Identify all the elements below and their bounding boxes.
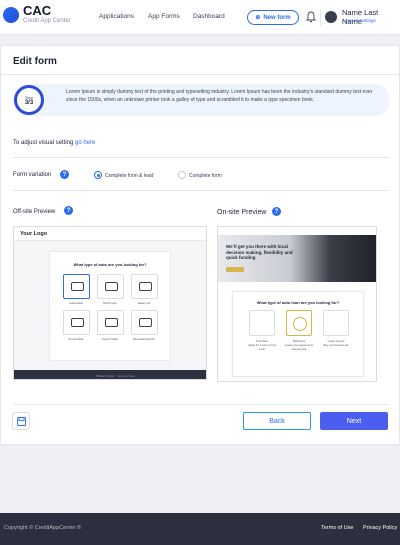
preview-question: What type of auto loan are you looking f… xyxy=(256,300,340,305)
avatar[interactable] xyxy=(325,11,337,23)
help-icon[interactable]: ? xyxy=(272,207,281,216)
tile-subcaption: Lower your payment or interest rate xyxy=(284,343,314,351)
radio-label-complete-form-lead[interactable]: Complete form & lead xyxy=(105,173,153,179)
step-progress-ring: Step 3/3 xyxy=(14,85,44,115)
tile-purchase xyxy=(249,310,275,336)
tile-refinance xyxy=(286,310,312,336)
nav-applications[interactable]: Applications xyxy=(99,13,134,20)
page-footer: Copyright © CreditAppCenter ® Terms of U… xyxy=(0,513,400,545)
preview-topbar: Your Logo xyxy=(14,227,206,241)
form-variation-label: Form variation xyxy=(13,172,52,178)
new-form-button[interactable]: ⊕ New form xyxy=(247,10,299,25)
account-settings-link[interactable]: Account Settings xyxy=(342,18,376,23)
floppy-disk-icon xyxy=(16,416,26,426)
adjust-visual-setting: To adjust visual setting go here xyxy=(13,140,95,146)
preview-hero-text: We`ll get you there with local decision … xyxy=(226,244,293,260)
tile-automobile xyxy=(63,274,90,299)
snowmobile-icon xyxy=(71,318,84,327)
tile-subcaption: Apply for a loan to buy a car xyxy=(248,343,276,351)
tile-heavy-lift xyxy=(131,274,158,299)
offsite-preview[interactable]: Your Logo What type of auto are you look… xyxy=(13,226,207,380)
brand-logo-icon[interactable] xyxy=(3,7,19,23)
next-button[interactable]: Next xyxy=(320,412,388,430)
onsite-preview[interactable]: We`ll get you there with local decision … xyxy=(217,226,377,382)
radio-complete-form-lead[interactable] xyxy=(94,171,102,179)
brand-title[interactable]: CAC xyxy=(23,4,51,18)
edit-form-card: Edit form Step 3/3 Lorem Ipsum is simply… xyxy=(0,45,400,445)
header-divider xyxy=(320,9,321,26)
brand-subtitle: Credit App Center xyxy=(23,18,71,24)
back-button[interactable]: Back xyxy=(243,412,311,430)
tile-recreational xyxy=(131,310,158,335)
motorcycle-icon xyxy=(105,282,118,291)
onsite-preview-label: On-site Preview xyxy=(217,209,267,216)
preview-footer-link: Privacy Policy xyxy=(96,374,115,378)
tile-motorcycle xyxy=(97,274,124,299)
preview-nav xyxy=(218,227,376,235)
step-value: 3/3 xyxy=(24,99,34,106)
preview-form: What type of auto are you looking for? A… xyxy=(49,251,171,361)
tile-travel-trailer xyxy=(97,310,124,335)
section-divider-2 xyxy=(13,190,389,191)
privacy-link[interactable]: Privacy Policy xyxy=(363,525,397,531)
actions-divider xyxy=(13,404,389,405)
car-icon xyxy=(71,282,84,291)
tile-subcaption: Buy your leased car xyxy=(323,343,349,347)
tile-caption: Heavy Lift xyxy=(137,301,151,305)
help-icon[interactable]: ? xyxy=(64,206,73,215)
preview-question: What type of auto are you looking for? xyxy=(73,262,147,267)
tile-caption: Recreational/ATV xyxy=(133,337,155,341)
top-header: CAC Credit App Center Applications App F… xyxy=(0,0,400,35)
preview-footer: Privacy Policy Terms of Use xyxy=(14,370,206,379)
dollar-icon xyxy=(293,317,307,331)
terms-link[interactable]: Terms of Use xyxy=(321,525,353,531)
radio-complete-form[interactable] xyxy=(178,171,186,179)
preview-hero-button xyxy=(226,267,244,272)
adjust-text: To adjust visual setting xyxy=(13,140,74,146)
offsite-preview-label: Off-site Preview xyxy=(13,209,56,215)
bell-icon[interactable] xyxy=(306,11,316,23)
nav-app-forms[interactable]: App Forms xyxy=(148,13,180,20)
preview-form: What type of auto loan are you looking f… xyxy=(232,291,364,377)
plus-icon: ⊕ xyxy=(255,15,261,21)
atv-icon xyxy=(139,318,152,327)
preview-logo: Your Logo xyxy=(20,231,48,237)
user-name[interactable]: Name Last Name xyxy=(342,8,400,26)
title-divider xyxy=(1,74,400,75)
help-icon[interactable]: ? xyxy=(60,170,69,179)
info-text: Lorem Ipsum is simply dummy text of the … xyxy=(66,89,373,103)
radio-label-complete-form[interactable]: Complete form xyxy=(189,173,222,179)
tile-snowmobile xyxy=(63,310,90,335)
save-button[interactable] xyxy=(12,412,30,430)
section-divider xyxy=(13,157,389,158)
go-here-link[interactable]: go here xyxy=(75,140,95,146)
page-title: Edit form xyxy=(13,56,57,67)
preview-footer-link: Terms of Use xyxy=(117,374,135,378)
truck-icon xyxy=(139,282,152,291)
copyright-text: Copyright © CreditAppCenter ® xyxy=(4,525,82,531)
tile-lease-buyout xyxy=(323,310,349,336)
trailer-icon xyxy=(105,318,118,327)
new-form-label: New form xyxy=(263,14,291,21)
nav-dashboard[interactable]: Dashboard xyxy=(193,13,225,20)
